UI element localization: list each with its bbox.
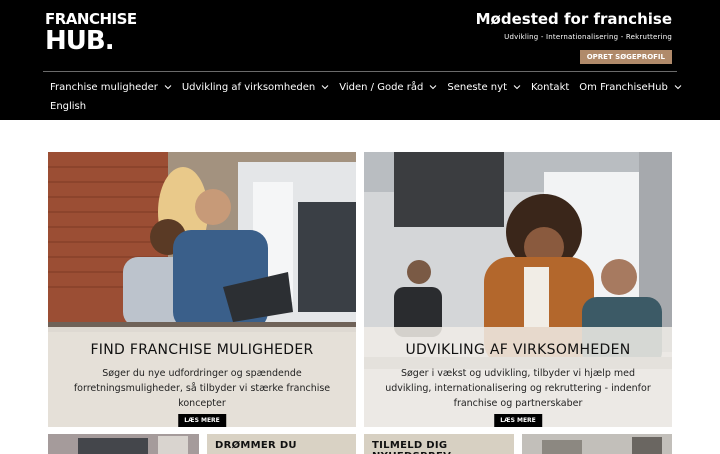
nav-row-2: English [50, 98, 670, 114]
nav-item-label: Franchise muligheder [50, 81, 158, 93]
read-more-button[interactable]: LÆS MERE [178, 414, 226, 427]
chevron-down-icon [429, 83, 437, 91]
bottom-card-image-left[interactable] [48, 434, 199, 454]
chevron-down-icon [164, 83, 172, 91]
nav-item-viden[interactable]: Viden / Gode råd [339, 82, 437, 93]
nav-item-udvikling[interactable]: Udvikling af virksomheden [182, 82, 329, 93]
nav-item-franchise-muligheder[interactable]: Franchise muligheder [50, 82, 172, 93]
site-header: FRANCHISE HUB. Mødested for franchise Ud… [0, 0, 720, 120]
card-overlay: UDVIKLING AF VIRKSOMHEDEN Søger i vækst … [364, 327, 672, 427]
chevron-down-icon [321, 83, 329, 91]
franchisehub-logo[interactable]: FRANCHISE HUB. [45, 12, 155, 56]
nav-item-label: Kontakt [531, 81, 570, 93]
card-text: Søger du nye udfordringer og spændende f… [73, 368, 331, 409]
nav-item-label: Udvikling af virksomheden [181, 81, 316, 93]
nav-item-label: Om FranchiseHub [579, 81, 668, 93]
nav-item-om-franchisehub[interactable]: Om FranchiseHub [579, 82, 682, 93]
header-divider [43, 71, 677, 72]
site-tagline: Mødested for franchise [475, 10, 672, 28]
bottom-card-title: TILMELD DIG NYHEDSBREV [372, 440, 451, 454]
read-more-button[interactable]: LÆS MERE [494, 414, 542, 427]
chevron-down-icon [513, 83, 521, 91]
bottom-card-title: DRØMMER DU [215, 440, 297, 451]
bottom-card-newsletter[interactable]: TILMELD DIG NYHEDSBREV [364, 434, 514, 454]
nav-item-kontakt[interactable]: Kontakt [531, 82, 569, 93]
nav-item-seneste-nyt[interactable]: Seneste nyt [447, 82, 521, 93]
main-nav: Franchise muligheder Udvikling af virkso… [50, 79, 682, 117]
bottom-card-image-right[interactable] [522, 434, 672, 454]
bottom-card-dreams[interactable]: DRØMMER DU [207, 434, 356, 454]
card-title: FIND FRANCHISE MULIGHEDER [90, 342, 314, 358]
card-overlay: FIND FRANCHISE MULIGHEDER Søger du nye u… [48, 327, 356, 427]
nav-item-label: Viden / Gode råd [339, 81, 424, 93]
card-text: Søger i vækst og udvikling, tilbyder vi … [385, 368, 651, 409]
store-photo [522, 434, 672, 454]
card-title: UDVIKLING AF VIRKSOMHEDEN [405, 342, 631, 358]
nav-item-label: English [50, 100, 87, 112]
logo-bottom-text: HUB. [45, 26, 115, 56]
nav-item-english[interactable]: English [50, 101, 86, 112]
chevron-down-icon [674, 83, 682, 91]
create-search-profile-button[interactable]: OPRET SØGEPROFIL [579, 50, 672, 64]
nav-item-label: Seneste nyt [447, 81, 507, 93]
logo-top-text: FRANCHISE [45, 10, 137, 28]
site-subtagline: Udvikling - Internationalisering - Rekru… [504, 33, 672, 41]
meeting-photo [48, 434, 199, 454]
card-udvikling[interactable]: UDVIKLING AF VIRKSOMHEDEN Søger i vækst … [364, 152, 672, 427]
card-find-franchise[interactable]: FIND FRANCHISE MULIGHEDER Søger du nye u… [48, 152, 356, 427]
nav-row-1: Franchise muligheder Udvikling af virkso… [50, 79, 682, 95]
